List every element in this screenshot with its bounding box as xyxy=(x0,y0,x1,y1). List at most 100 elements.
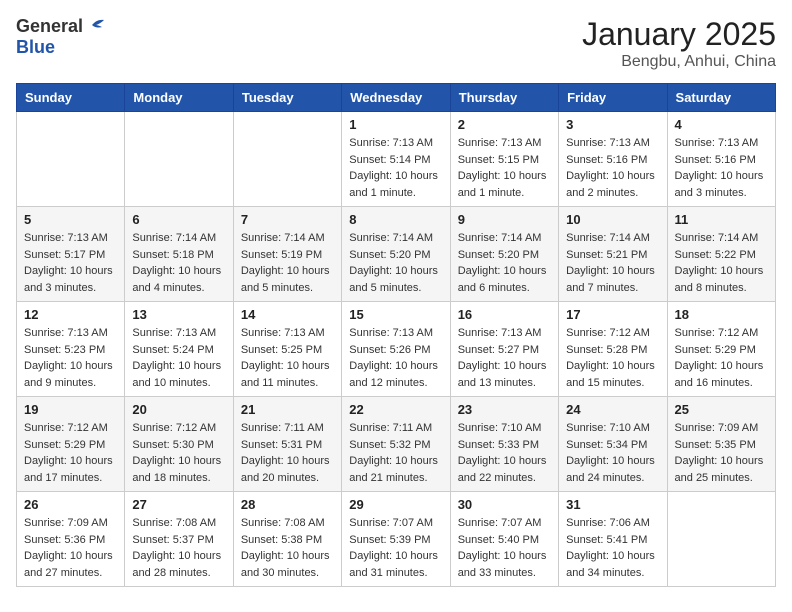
day-info: Sunrise: 7:13 AMSunset: 5:16 PMDaylight:… xyxy=(675,135,768,201)
day-number: 28 xyxy=(241,497,334,512)
logo: General Blue xyxy=(16,16,106,58)
day-number: 26 xyxy=(24,497,117,512)
location-subtitle: Bengbu, Anhui, China xyxy=(582,53,776,71)
day-info: Sunrise: 7:13 AMSunset: 5:24 PMDaylight:… xyxy=(132,325,225,391)
day-number: 20 xyxy=(132,402,225,417)
day-number: 24 xyxy=(566,402,659,417)
calendar-day-9: 9 Sunrise: 7:14 AMSunset: 5:20 PMDaylight… xyxy=(450,207,558,302)
calendar-day-8: 8 Sunrise: 7:14 AMSunset: 5:20 PMDaylight… xyxy=(342,207,450,302)
logo-bird-icon xyxy=(84,15,106,37)
day-info: Sunrise: 7:08 AMSunset: 5:38 PMDaylight:… xyxy=(241,515,334,581)
calendar-week-row: 1 Sunrise: 7:13 AMSunset: 5:14 PMDaylight… xyxy=(17,112,776,207)
day-info: Sunrise: 7:13 AMSunset: 5:15 PMDaylight:… xyxy=(458,135,551,201)
day-info: Sunrise: 7:13 AMSunset: 5:16 PMDaylight:… xyxy=(566,135,659,201)
day-info: Sunrise: 7:11 AMSunset: 5:31 PMDaylight:… xyxy=(241,420,334,486)
calendar-day-24: 24 Sunrise: 7:10 AMSunset: 5:34 PMDayligh… xyxy=(559,397,667,492)
day-number: 1 xyxy=(349,117,442,132)
calendar-day-2: 2Sunrise: 7:13 AMSunset: 5:15 PMDaylight… xyxy=(450,112,558,207)
calendar-day-29: 29 Sunrise: 7:07 AMSunset: 5:39 PMDayligh… xyxy=(342,492,450,587)
day-info: Sunrise: 7:12 AMSunset: 5:29 PMDaylight:… xyxy=(24,420,117,486)
day-number: 30 xyxy=(458,497,551,512)
calendar-day-5: 5 Sunrise: 7:13 AMSunset: 5:17 PMDaylight… xyxy=(17,207,125,302)
header-day-saturday: Saturday xyxy=(667,84,775,112)
day-number: 22 xyxy=(349,402,442,417)
day-number: 25 xyxy=(675,402,768,417)
day-info: Sunrise: 7:14 AMSunset: 5:18 PMDaylight:… xyxy=(132,230,225,296)
calendar-day-17: 17Sunrise: 7:12 AMSunset: 5:28 PMDayligh… xyxy=(559,302,667,397)
calendar-week-row: 26 Sunrise: 7:09 AMSunset: 5:36 PMDayligh… xyxy=(17,492,776,587)
day-info: Sunrise: 7:10 AMSunset: 5:33 PMDaylight:… xyxy=(458,420,551,486)
header-day-tuesday: Tuesday xyxy=(233,84,341,112)
day-number: 19 xyxy=(24,402,117,417)
calendar-day-28: 28 Sunrise: 7:08 AMSunset: 5:38 PMDayligh… xyxy=(233,492,341,587)
day-info: Sunrise: 7:08 AMSunset: 5:37 PMDaylight:… xyxy=(132,515,225,581)
calendar-day-4: 4 Sunrise: 7:13 AMSunset: 5:16 PMDaylight… xyxy=(667,112,775,207)
day-number: 7 xyxy=(241,212,334,227)
day-info: Sunrise: 7:12 AMSunset: 5:30 PMDaylight:… xyxy=(132,420,225,486)
day-info: Sunrise: 7:09 AMSunset: 5:35 PMDaylight:… xyxy=(675,420,768,486)
day-number: 31 xyxy=(566,497,659,512)
day-info: Sunrise: 7:14 AMSunset: 5:21 PMDaylight:… xyxy=(566,230,659,296)
calendar-day-6: 6 Sunrise: 7:14 AMSunset: 5:18 PMDaylight… xyxy=(125,207,233,302)
calendar-day-21: 21 Sunrise: 7:11 AMSunset: 5:31 PMDayligh… xyxy=(233,397,341,492)
title-block: January 2025 Bengbu, Anhui, China xyxy=(582,16,776,71)
calendar-day-22: 22 Sunrise: 7:11 AMSunset: 5:32 PMDayligh… xyxy=(342,397,450,492)
day-number: 5 xyxy=(24,212,117,227)
day-info: Sunrise: 7:13 AMSunset: 5:14 PMDaylight:… xyxy=(349,135,442,201)
day-number: 4 xyxy=(675,117,768,132)
day-info: Sunrise: 7:14 AMSunset: 5:22 PMDaylight:… xyxy=(675,230,768,296)
calendar-empty-cell xyxy=(233,112,341,207)
logo-blue-text: Blue xyxy=(16,37,55,57)
day-info: Sunrise: 7:14 AMSunset: 5:19 PMDaylight:… xyxy=(241,230,334,296)
calendar-day-26: 26 Sunrise: 7:09 AMSunset: 5:36 PMDayligh… xyxy=(17,492,125,587)
day-number: 10 xyxy=(566,212,659,227)
day-info: Sunrise: 7:14 AMSunset: 5:20 PMDaylight:… xyxy=(458,230,551,296)
calendar-day-15: 15 Sunrise: 7:13 AMSunset: 5:26 PMDayligh… xyxy=(342,302,450,397)
day-number: 11 xyxy=(675,212,768,227)
day-info: Sunrise: 7:07 AMSunset: 5:39 PMDaylight:… xyxy=(349,515,442,581)
day-info: Sunrise: 7:07 AMSunset: 5:40 PMDaylight:… xyxy=(458,515,551,581)
header-day-thursday: Thursday xyxy=(450,84,558,112)
calendar-day-20: 20 Sunrise: 7:12 AMSunset: 5:30 PMDayligh… xyxy=(125,397,233,492)
calendar-day-18: 18Sunrise: 7:12 AMSunset: 5:29 PMDayligh… xyxy=(667,302,775,397)
day-number: 13 xyxy=(132,307,225,322)
day-number: 17 xyxy=(566,307,659,322)
calendar-day-19: 19 Sunrise: 7:12 AMSunset: 5:29 PMDayligh… xyxy=(17,397,125,492)
calendar-day-12: 12Sunrise: 7:13 AMSunset: 5:23 PMDayligh… xyxy=(17,302,125,397)
day-info: Sunrise: 7:10 AMSunset: 5:34 PMDaylight:… xyxy=(566,420,659,486)
day-number: 21 xyxy=(241,402,334,417)
day-info: Sunrise: 7:13 AMSunset: 5:23 PMDaylight:… xyxy=(24,325,117,391)
logo-general-text: General xyxy=(16,16,83,37)
day-number: 6 xyxy=(132,212,225,227)
calendar-header-row: SundayMondayTuesdayWednesdayThursdayFrid… xyxy=(17,84,776,112)
day-number: 15 xyxy=(349,307,442,322)
day-info: Sunrise: 7:13 AMSunset: 5:17 PMDaylight:… xyxy=(24,230,117,296)
calendar-day-23: 23 Sunrise: 7:10 AMSunset: 5:33 PMDayligh… xyxy=(450,397,558,492)
day-info: Sunrise: 7:09 AMSunset: 5:36 PMDaylight:… xyxy=(24,515,117,581)
header-day-sunday: Sunday xyxy=(17,84,125,112)
calendar-day-27: 27Sunrise: 7:08 AMSunset: 5:37 PMDayligh… xyxy=(125,492,233,587)
calendar-week-row: 19 Sunrise: 7:12 AMSunset: 5:29 PMDayligh… xyxy=(17,397,776,492)
calendar-day-25: 25 Sunrise: 7:09 AMSunset: 5:35 PMDayligh… xyxy=(667,397,775,492)
calendar-empty-cell xyxy=(667,492,775,587)
calendar-day-1: 1 Sunrise: 7:13 AMSunset: 5:14 PMDaylight… xyxy=(342,112,450,207)
page-header: General Blue January 2025 Bengbu, Anhui,… xyxy=(16,16,776,71)
day-number: 8 xyxy=(349,212,442,227)
day-info: Sunrise: 7:06 AMSunset: 5:41 PMDaylight:… xyxy=(566,515,659,581)
calendar-empty-cell xyxy=(17,112,125,207)
calendar-day-11: 11 Sunrise: 7:14 AMSunset: 5:22 PMDayligh… xyxy=(667,207,775,302)
header-day-monday: Monday xyxy=(125,84,233,112)
day-info: Sunrise: 7:14 AMSunset: 5:20 PMDaylight:… xyxy=(349,230,442,296)
day-number: 9 xyxy=(458,212,551,227)
day-number: 29 xyxy=(349,497,442,512)
day-number: 16 xyxy=(458,307,551,322)
calendar-table: SundayMondayTuesdayWednesdayThursdayFrid… xyxy=(16,83,776,587)
day-number: 23 xyxy=(458,402,551,417)
day-info: Sunrise: 7:12 AMSunset: 5:29 PMDaylight:… xyxy=(675,325,768,391)
calendar-day-13: 13 Sunrise: 7:13 AMSunset: 5:24 PMDayligh… xyxy=(125,302,233,397)
day-number: 14 xyxy=(241,307,334,322)
day-info: Sunrise: 7:13 AMSunset: 5:26 PMDaylight:… xyxy=(349,325,442,391)
calendar-day-16: 16Sunrise: 7:13 AMSunset: 5:27 PMDayligh… xyxy=(450,302,558,397)
day-info: Sunrise: 7:11 AMSunset: 5:32 PMDaylight:… xyxy=(349,420,442,486)
calendar-day-7: 7 Sunrise: 7:14 AMSunset: 5:19 PMDaylight… xyxy=(233,207,341,302)
